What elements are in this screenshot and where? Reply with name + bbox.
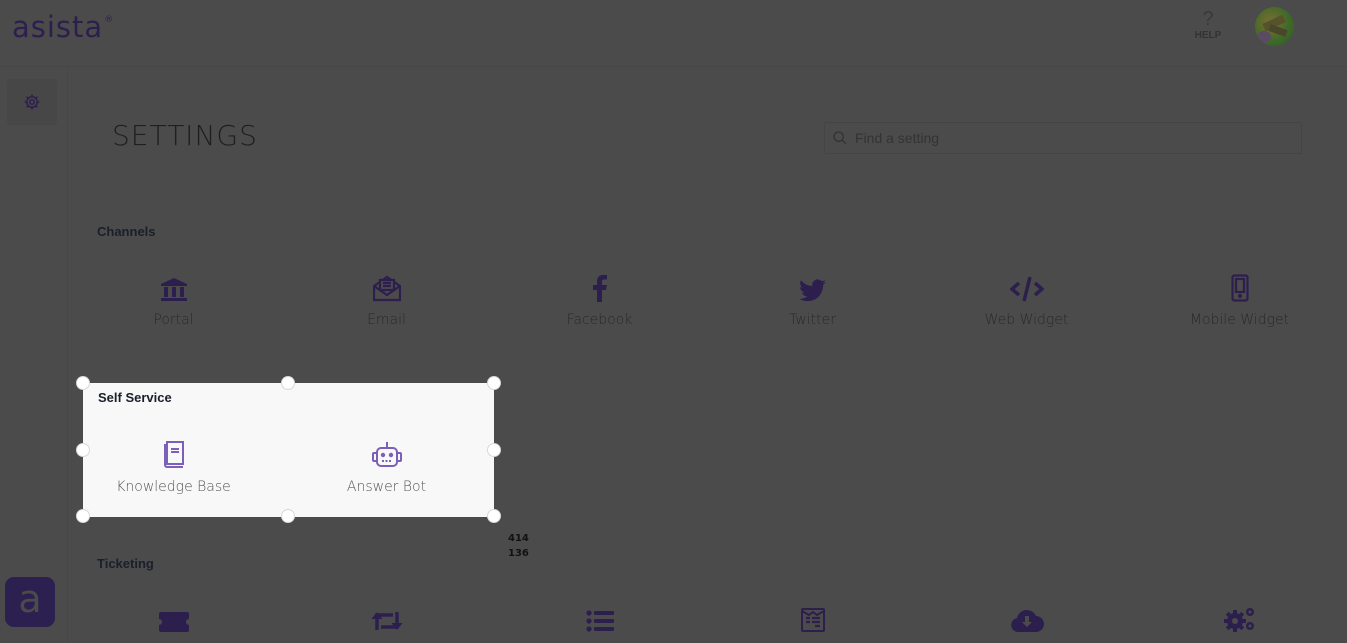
gear-icon	[24, 94, 40, 110]
search-box[interactable]	[824, 122, 1302, 154]
avatar-image-part	[1268, 24, 1288, 37]
setting-tile-mobile-widget[interactable]: Mobile Widget	[1133, 272, 1346, 328]
selection-height: 136	[508, 548, 529, 559]
setting-tile-portal[interactable]: Portal	[67, 272, 280, 328]
search-icon	[833, 131, 847, 145]
setting-tile-knowledge-base[interactable]: Knowledge Base	[67, 439, 280, 495]
tile-label: Email	[367, 312, 406, 328]
sidebar: a	[0, 67, 68, 643]
setting-tile-email[interactable]: Email	[280, 272, 493, 328]
tile-label: Portal	[153, 312, 194, 328]
asista-brand-button[interactable]: a	[5, 577, 55, 627]
search-input[interactable]	[853, 129, 1277, 147]
sidebar-item-settings[interactable]	[7, 79, 57, 125]
selection-width: 414	[508, 533, 529, 544]
section-title-channels: Channels	[97, 224, 156, 239]
bank-icon	[160, 278, 187, 301]
tile-label: Web Widget	[984, 312, 1069, 328]
question-icon: ?	[1202, 8, 1214, 30]
registered-mark: ®	[104, 15, 115, 26]
setting-tile-import[interactable]	[920, 602, 1133, 642]
logo-text: asista	[12, 10, 104, 44]
top-bar: asista® ? HELP	[0, 0, 1347, 67]
setting-tile-web-widget[interactable]: Web Widget	[920, 272, 1133, 328]
setting-tile-facebook[interactable]: Facebook	[493, 272, 706, 328]
resize-handle-bottom-right[interactable]	[487, 509, 501, 523]
help-button[interactable]: ? HELP	[1188, 8, 1228, 41]
tile-label: Knowledge Base	[116, 479, 231, 495]
setting-tile-workflow[interactable]	[280, 602, 493, 642]
avatar[interactable]	[1255, 7, 1294, 46]
twitter-icon	[799, 279, 826, 302]
asista-logo[interactable]: asista®	[12, 10, 114, 44]
retweet-icon	[371, 612, 402, 630]
setting-tile-lists[interactable]	[493, 602, 706, 642]
avatar-image-part	[1257, 31, 1271, 43]
ticket-icon	[158, 612, 189, 632]
setting-tile-twitter[interactable]: Twitter	[706, 272, 919, 328]
resize-handle-bottom[interactable]	[281, 509, 295, 523]
setting-tile-forms[interactable]	[706, 602, 919, 642]
page-title: SETTINGS	[112, 119, 258, 152]
facebook-icon	[592, 275, 607, 302]
help-label: HELP	[1194, 30, 1222, 41]
list-icon	[585, 610, 614, 632]
setting-tile-tickets[interactable]	[67, 602, 280, 642]
setting-tile-advanced[interactable]	[1133, 602, 1346, 642]
resize-handle-bottom-left[interactable]	[76, 509, 90, 523]
tile-label: Twitter	[789, 312, 836, 328]
self-service-section[interactable]: Self Service Knowledge Base Answer Bot	[83, 383, 494, 517]
section-title-self-service: Self Service	[98, 390, 172, 405]
code-icon	[1009, 276, 1044, 302]
tile-label: Facebook	[566, 312, 633, 328]
book-icon	[163, 441, 184, 468]
resize-handle-top[interactable]	[281, 376, 295, 390]
mobile-icon	[1230, 274, 1249, 302]
selection-size-readout: 414 136	[508, 531, 529, 561]
section-title-ticketing: Ticketing	[97, 556, 154, 571]
tile-label: Mobile Widget	[1189, 312, 1290, 328]
resize-handle-top-left[interactable]	[76, 376, 90, 390]
resize-handle-top-right[interactable]	[487, 376, 501, 390]
form-icon	[800, 608, 825, 632]
asista-logo-icon: a	[18, 577, 42, 621]
tile-label: Answer Bot	[346, 479, 427, 495]
resize-handle-left[interactable]	[76, 443, 90, 457]
robot-icon	[371, 442, 402, 467]
setting-tile-answer-bot[interactable]: Answer Bot	[280, 439, 493, 495]
cloud-download-icon	[1010, 609, 1044, 632]
resize-handle-right[interactable]	[487, 443, 501, 457]
envelope-open-icon	[372, 275, 401, 302]
cogs-icon	[1223, 608, 1254, 632]
